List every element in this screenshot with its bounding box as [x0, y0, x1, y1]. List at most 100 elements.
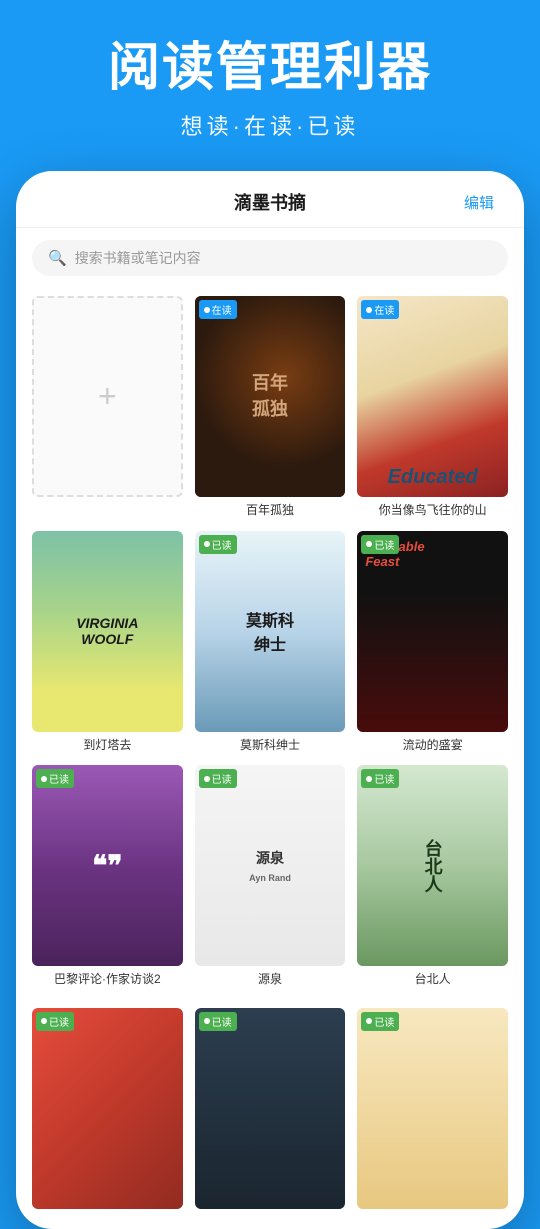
book-cover-b1 — [32, 1008, 183, 1209]
book-cover-msk: 莫斯科绅士 — [195, 531, 346, 732]
cover-text-educated: Educated — [388, 466, 478, 489]
phone-container: 滴墨书摘 编辑 🔍 搜索书籍或笔记内容 + 百年孤独 — [16, 171, 524, 1228]
book-msk[interactable]: 莫斯科绅士 已读 莫斯科绅士 — [195, 531, 346, 753]
books-grid-row1: + 百年孤独 在读 百年孤独 — [16, 288, 524, 1007]
book-cover-wrapper-educated: Educated 在读 — [357, 296, 508, 497]
hero-subtitle: 想读·在读·已读 — [20, 109, 520, 141]
badge-text-moveable: 已读 — [374, 537, 394, 552]
cover-art-yuanquan: 源泉Ayn Rand — [195, 765, 346, 966]
book-moveable[interactable]: MoveableFeast 已读 流动的盛宴 — [357, 531, 508, 753]
status-badge-bali: 已读 — [36, 769, 74, 788]
book-cover-taipei: 台北人 — [357, 765, 508, 966]
status-badge-educated: 在读 — [361, 300, 399, 319]
book-title-yuanquan: 源泉 — [258, 972, 282, 988]
plus-icon: + — [98, 378, 117, 415]
badge-text-taipei: 已读 — [374, 771, 394, 786]
book-bottom-2[interactable]: 已读 — [195, 1008, 346, 1209]
book-cover-wrapper-bali: ❝❞ 已读 — [32, 765, 183, 966]
cover-text-yuanquan: 源泉Ayn Rand — [249, 848, 291, 884]
book-cover-wrapper-virginia: VIRGINIAWOOLF — [32, 531, 183, 732]
book-cover-virginia: VIRGINIAWOOLF — [32, 531, 183, 732]
hero-title: 阅读管理利器 — [20, 40, 520, 97]
cover-art-b3 — [357, 1008, 508, 1209]
book-educated[interactable]: Educated 在读 你当像鸟飞往你的山 — [357, 296, 508, 518]
books-grid-row-bottom: 已读 已读 已读 — [16, 1008, 524, 1229]
app-title: 滴墨书摘 — [76, 189, 464, 215]
book-cover-b2 — [195, 1008, 346, 1209]
book-cover-bainian: 百年孤独 — [195, 296, 346, 497]
book-cover-wrapper-taipei: 台北人 已读 — [357, 765, 508, 966]
cover-text-msk: 莫斯科绅士 — [246, 607, 294, 655]
edit-button[interactable]: 编辑 — [464, 192, 504, 213]
badge-text-yuanquan: 已读 — [212, 771, 232, 786]
badge-dot-taipei — [366, 776, 372, 782]
book-cover-wrapper-b3: 已读 — [357, 1008, 508, 1209]
cover-art-b2 — [195, 1008, 346, 1209]
book-cover-yuanquan: 源泉Ayn Rand — [195, 765, 346, 966]
app-header: 滴墨书摘 编辑 — [16, 171, 524, 228]
book-title-bali: 巴黎评论·作家访谈2 — [54, 972, 161, 988]
book-cover-moveable: MoveableFeast — [357, 531, 508, 732]
cover-text-bali: ❝❞ — [92, 852, 122, 880]
book-cover-b3 — [357, 1008, 508, 1209]
badge-text-b3: 已读 — [374, 1014, 394, 1029]
cover-art-bainian: 百年孤独 — [195, 296, 346, 497]
book-cover-wrapper-b1: 已读 — [32, 1008, 183, 1209]
cover-text-bainian: 百年孤独 — [252, 371, 288, 421]
badge-dot-msk — [204, 541, 210, 547]
book-cover-bali: ❝❞ — [32, 765, 183, 966]
cover-art-taipei: 台北人 — [357, 765, 508, 966]
book-cover-wrapper-moveable: MoveableFeast 已读 — [357, 531, 508, 732]
book-title-moveable: 流动的盛宴 — [403, 738, 463, 754]
add-book-item[interactable]: + — [32, 296, 183, 518]
status-badge-moveable: 已读 — [361, 535, 399, 554]
badge-text-educated: 在读 — [374, 302, 394, 317]
badge-text-b2: 已读 — [212, 1014, 232, 1029]
book-virginia[interactable]: VIRGINIAWOOLF 到灯塔去 — [32, 531, 183, 753]
book-title-taipei: 台北人 — [415, 972, 451, 988]
badge-dot-bainian — [204, 307, 210, 313]
badge-dot-b2 — [204, 1018, 210, 1024]
cover-art-moveable: MoveableFeast — [357, 531, 508, 732]
book-yuanquan[interactable]: 源泉Ayn Rand 已读 源泉 — [195, 765, 346, 987]
cover-art-msk: 莫斯科绅士 — [195, 531, 346, 732]
status-badge-b2: 已读 — [199, 1012, 237, 1031]
badge-dot-moveable — [366, 541, 372, 547]
badge-text-msk: 已读 — [212, 537, 232, 552]
badge-dot-educated — [366, 307, 372, 313]
status-badge-yuanquan: 已读 — [199, 769, 237, 788]
cover-text-taipei: 台北人 — [420, 839, 446, 893]
book-cover-educated: Educated — [357, 296, 508, 497]
book-bottom-3[interactable]: 已读 — [357, 1008, 508, 1209]
book-bainian[interactable]: 百年孤独 在读 百年孤独 — [195, 296, 346, 518]
status-badge-taipei: 已读 — [361, 769, 399, 788]
book-bali[interactable]: ❝❞ 已读 巴黎评论·作家访谈2 — [32, 765, 183, 987]
search-placeholder-text: 搜索书籍或笔记内容 — [75, 248, 201, 268]
book-cover-wrapper-yuanquan: 源泉Ayn Rand 已读 — [195, 765, 346, 966]
add-book-button[interactable]: + — [32, 296, 183, 497]
badge-dot-b3 — [366, 1018, 372, 1024]
status-badge-bainian: 在读 — [199, 300, 237, 319]
badge-dot-yuanquan — [204, 776, 210, 782]
status-badge-msk: 已读 — [199, 535, 237, 554]
book-cover-wrapper-b2: 已读 — [195, 1008, 346, 1209]
cover-art-bali: ❝❞ — [32, 765, 183, 966]
search-bar[interactable]: 🔍 搜索书籍或笔记内容 — [32, 240, 508, 276]
badge-text-bali: 已读 — [49, 771, 69, 786]
badge-text-bainian: 在读 — [212, 302, 232, 317]
book-bottom-1[interactable]: 已读 — [32, 1008, 183, 1209]
book-taipei[interactable]: 台北人 已读 台北人 — [357, 765, 508, 987]
book-cover-wrapper-msk: 莫斯科绅士 已读 — [195, 531, 346, 732]
search-icon: 🔍 — [48, 249, 67, 267]
badge-text-b1: 已读 — [49, 1014, 69, 1029]
cover-art-educated: Educated — [357, 296, 508, 497]
hero-section: 阅读管理利器 想读·在读·已读 — [0, 0, 540, 171]
book-title-bainian: 百年孤独 — [246, 503, 294, 519]
book-title-msk: 莫斯科绅士 — [240, 738, 300, 754]
status-badge-b1: 已读 — [36, 1012, 74, 1031]
cover-text-virginia: VIRGINIAWOOLF — [76, 615, 138, 647]
cover-art-b1 — [32, 1008, 183, 1209]
book-title-educated: 你当像鸟飞往你的山 — [379, 503, 487, 519]
badge-dot-bali — [41, 776, 47, 782]
badge-dot-b1 — [41, 1018, 47, 1024]
